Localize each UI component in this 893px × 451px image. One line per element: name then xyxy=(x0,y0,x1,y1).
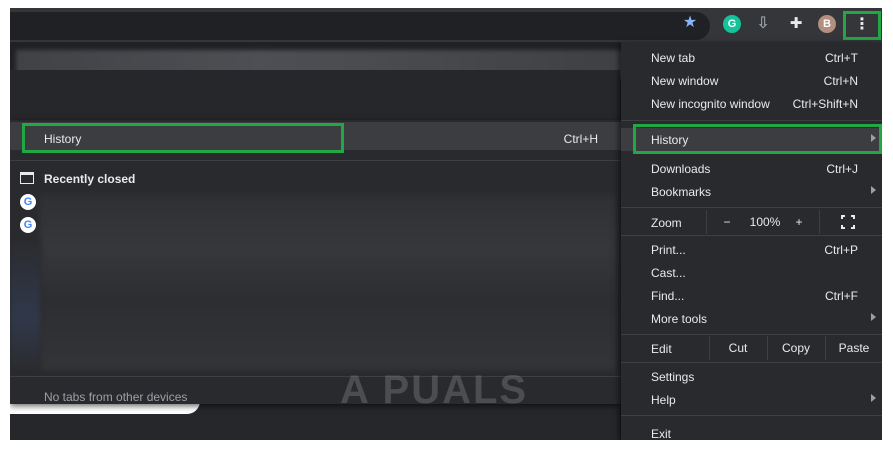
google-favicon-icon[interactable]: G xyxy=(20,217,36,233)
submenu-arrow-icon xyxy=(871,186,876,194)
download-extension-icon[interactable]: ⇩ xyxy=(754,15,772,33)
menu-item-label: Print... xyxy=(651,243,686,257)
menu-item-label: Cast... xyxy=(651,266,686,280)
google-favicon-icon[interactable]: G xyxy=(20,194,36,210)
chrome-menu-button[interactable]: ⋮ xyxy=(843,11,881,40)
submenu-history-shortcut: Ctrl+H xyxy=(563,132,598,146)
menu-item-shortcut: Ctrl+N xyxy=(823,74,858,88)
grammarly-extension-icon[interactable]: G xyxy=(723,15,741,33)
menu-item-cast[interactable]: Cast... xyxy=(621,261,882,284)
zoom-out-button[interactable]: − xyxy=(717,210,737,234)
menu-item-shortcut: Ctrl+Shift+N xyxy=(792,97,858,111)
divider xyxy=(621,415,882,416)
menu-item-new-window[interactable]: New window Ctrl+N xyxy=(621,69,882,92)
menu-item-find[interactable]: Find... Ctrl+F xyxy=(621,284,882,307)
browser-window: ★ G ⇩ ✚ B ⋮ History Ctrl+H Recently clos… xyxy=(10,8,882,440)
menu-item-bookmarks[interactable]: Bookmarks xyxy=(621,180,882,203)
history-highlight-box xyxy=(633,124,882,154)
paste-button[interactable]: Paste xyxy=(825,336,882,360)
menu-item-label: Find... xyxy=(651,289,685,303)
zoom-row: Zoom − 100% + xyxy=(621,210,882,234)
menu-item-shortcut: Ctrl+T xyxy=(825,51,858,65)
submenu-arrow-icon xyxy=(871,394,876,402)
menu-item-label: More tools xyxy=(651,312,708,326)
menu-item-new-tab[interactable]: New tab Ctrl+T xyxy=(621,46,882,69)
menu-item-print[interactable]: Print... Ctrl+P xyxy=(621,238,882,261)
zoom-level: 100% xyxy=(749,215,781,229)
menu-item-shortcut: Ctrl+J xyxy=(826,162,858,176)
history-highlight-box xyxy=(22,123,344,153)
divider xyxy=(10,160,622,161)
menu-item-label: New incognito window xyxy=(651,97,770,111)
copy-button[interactable]: Copy xyxy=(767,336,825,360)
menu-item-label: Downloads xyxy=(651,162,711,176)
menu-item-label: Help xyxy=(651,393,676,407)
menu-item-help[interactable]: Help xyxy=(621,388,882,411)
history-submenu: History Ctrl+H Recently closed G G No ta… xyxy=(10,120,622,404)
blurred-recent-items xyxy=(40,194,616,370)
edit-row: Edit Cut Copy Paste xyxy=(621,336,882,360)
appuals-watermark: A PUALS xyxy=(340,368,529,412)
menu-item-label: New tab xyxy=(651,51,696,65)
bookmark-star-icon[interactable]: ★ xyxy=(682,15,698,31)
divider xyxy=(621,120,882,121)
browser-toolbar: ★ G ⇩ ✚ B ⋮ xyxy=(10,8,882,42)
extensions-puzzle-icon[interactable]: ✚ xyxy=(787,15,805,33)
chrome-main-menu: New tab Ctrl+T New window Ctrl+N New inc… xyxy=(621,42,882,440)
recently-closed-heading: Recently closed xyxy=(44,172,136,186)
divider xyxy=(10,376,622,377)
menu-item-shortcut: Ctrl+F xyxy=(825,289,858,303)
menu-item-downloads[interactable]: Downloads Ctrl+J xyxy=(621,157,882,180)
no-tabs-message: No tabs from other devices xyxy=(44,390,188,404)
fullscreen-icon[interactable] xyxy=(841,215,855,229)
menu-item-exit[interactable]: Exit xyxy=(621,422,882,440)
zoom-in-button[interactable]: + xyxy=(789,210,809,234)
menu-item-settings[interactable]: Settings xyxy=(621,365,882,388)
menu-item-shortcut: Ctrl+P xyxy=(824,243,858,257)
menu-item-label: New window xyxy=(651,74,719,88)
cut-button[interactable]: Cut xyxy=(709,336,767,360)
zoom-label: Zoom xyxy=(651,216,682,230)
profile-avatar[interactable]: B xyxy=(818,15,836,33)
menu-item-label: Bookmarks xyxy=(651,185,712,199)
submenu-arrow-icon xyxy=(871,313,876,321)
divider xyxy=(819,210,820,234)
divider xyxy=(621,362,882,363)
menu-item-new-incognito[interactable]: New incognito window Ctrl+Shift+N xyxy=(621,92,882,115)
menu-item-label: Settings xyxy=(651,370,695,384)
edit-label: Edit xyxy=(651,342,672,356)
tab-window-icon xyxy=(20,172,34,184)
menu-item-more-tools[interactable]: More tools xyxy=(621,307,882,330)
blurred-left-edge xyxy=(10,240,40,370)
divider xyxy=(621,235,882,236)
divider xyxy=(621,207,882,208)
divider xyxy=(706,210,707,234)
divider xyxy=(621,334,882,335)
menu-item-label: Exit xyxy=(651,427,672,440)
address-bar[interactable] xyxy=(10,12,710,40)
